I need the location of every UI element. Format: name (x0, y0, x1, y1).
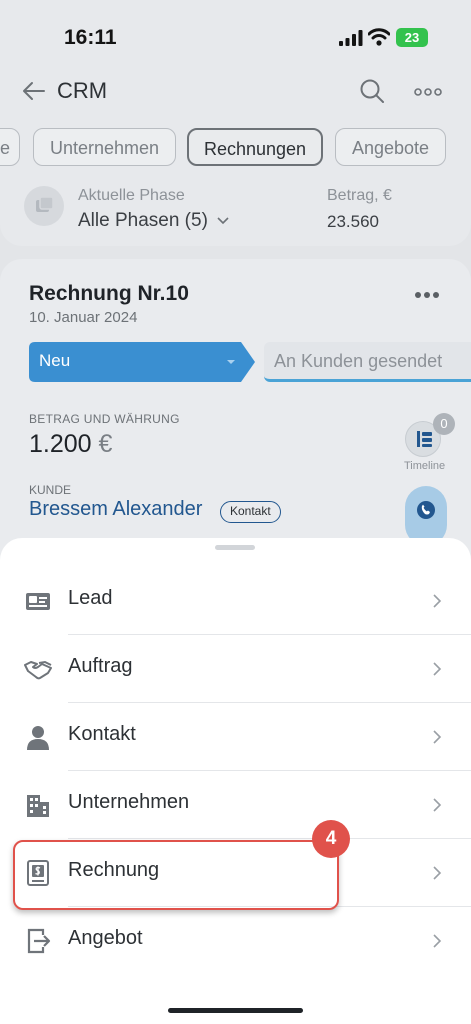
nav-bar: CRM (0, 70, 471, 114)
menu-item-label: Unternehmen (68, 791, 190, 813)
menu-item-label: Angebot (68, 927, 143, 949)
client-type-chip: Kontakt (220, 501, 281, 523)
menu-item-label: Auftrag (68, 655, 133, 677)
phase-icon (24, 186, 64, 226)
tab-previous[interactable]: e (0, 128, 20, 166)
cellular-signal-icon (339, 30, 363, 46)
call-button[interactable] (405, 486, 447, 546)
chevron-down-icon (217, 217, 229, 225)
phase-label: Aktuelle Phase (78, 187, 185, 204)
tab-label: Unternehmen (49, 138, 160, 158)
page-title: CRM (57, 78, 108, 103)
menu-item-label: Kontakt (68, 723, 136, 745)
entity-tabs: e Unternehmen Rechnungen Angebote (0, 128, 471, 168)
card-more-icon[interactable] (414, 291, 440, 299)
back-arrow-icon[interactable] (22, 80, 46, 102)
status-time: 16:11 (64, 26, 117, 49)
menu-item-unternehmen[interactable]: Unternehmen (0, 771, 471, 839)
client-caption: KUNDE (29, 483, 72, 497)
menu-item-auftrag[interactable]: Auftrag (0, 635, 471, 703)
sum-amount: 1.200 (29, 430, 92, 458)
timeline-count-badge: 0 (433, 413, 455, 435)
tab-angebote[interactable]: Angebote (335, 128, 446, 166)
wifi-icon (368, 28, 390, 46)
tab-label: Angebote (351, 138, 430, 158)
menu-item-label: Lead (68, 587, 113, 609)
tab-label: e (0, 138, 10, 158)
search-icon[interactable] (359, 78, 385, 104)
stack-icon (36, 196, 54, 212)
battery-icon: 23 (396, 28, 428, 47)
tab-unternehmen[interactable]: Unternehmen (33, 128, 176, 166)
tab-label: Rechnungen (203, 139, 307, 159)
invoice-date: 10. Januar 2024 (29, 309, 138, 326)
amount-value: 23.560 (327, 212, 379, 231)
menu-item-lead[interactable]: Lead (0, 567, 471, 635)
chevron-right-icon (433, 662, 442, 676)
person-icon (27, 726, 49, 750)
more-options-icon[interactable] (414, 88, 442, 96)
sheet-drag-handle[interactable] (215, 545, 255, 550)
sum-value: 1.200 € (29, 430, 112, 459)
invoice-title: Rechnung Nr.10 (29, 282, 189, 305)
battery-level: 23 (404, 30, 420, 45)
quote-icon (27, 928, 51, 954)
chevron-right-icon (433, 866, 442, 880)
chevron-right-icon (433, 934, 442, 948)
tab-rechnungen[interactable]: Rechnungen (187, 128, 323, 166)
stage-next-label: An Kunden gesendet (274, 351, 443, 371)
phase-selector[interactable]: Alle Phasen (5) (78, 210, 229, 232)
phase-value: Alle Phasen (5) (78, 210, 208, 231)
sum-caption: BETRAG UND WÄHRUNG (29, 412, 180, 426)
chevron-right-icon (433, 798, 442, 812)
amount-label: Betrag, € (327, 187, 392, 204)
sum-currency: € (98, 430, 113, 458)
timeline-label: Timeline (404, 460, 446, 472)
building-icon (27, 795, 49, 817)
menu-item-angebot[interactable]: Angebot (0, 907, 471, 975)
stage-current-label: Neu (39, 351, 71, 370)
step-number-badge: 4 (312, 820, 350, 858)
status-bar: 16:11 23 (0, 0, 471, 70)
phone-icon (417, 501, 435, 519)
client-name-link[interactable]: Bressem Alexander (29, 498, 202, 521)
chevron-right-icon (433, 594, 442, 608)
highlight-frame (13, 840, 339, 910)
home-indicator (168, 1008, 303, 1013)
id-card-icon (26, 593, 50, 610)
chevron-right-icon (433, 730, 442, 744)
handshake-icon (24, 660, 52, 680)
menu-item-kontakt[interactable]: Kontakt (0, 703, 471, 771)
